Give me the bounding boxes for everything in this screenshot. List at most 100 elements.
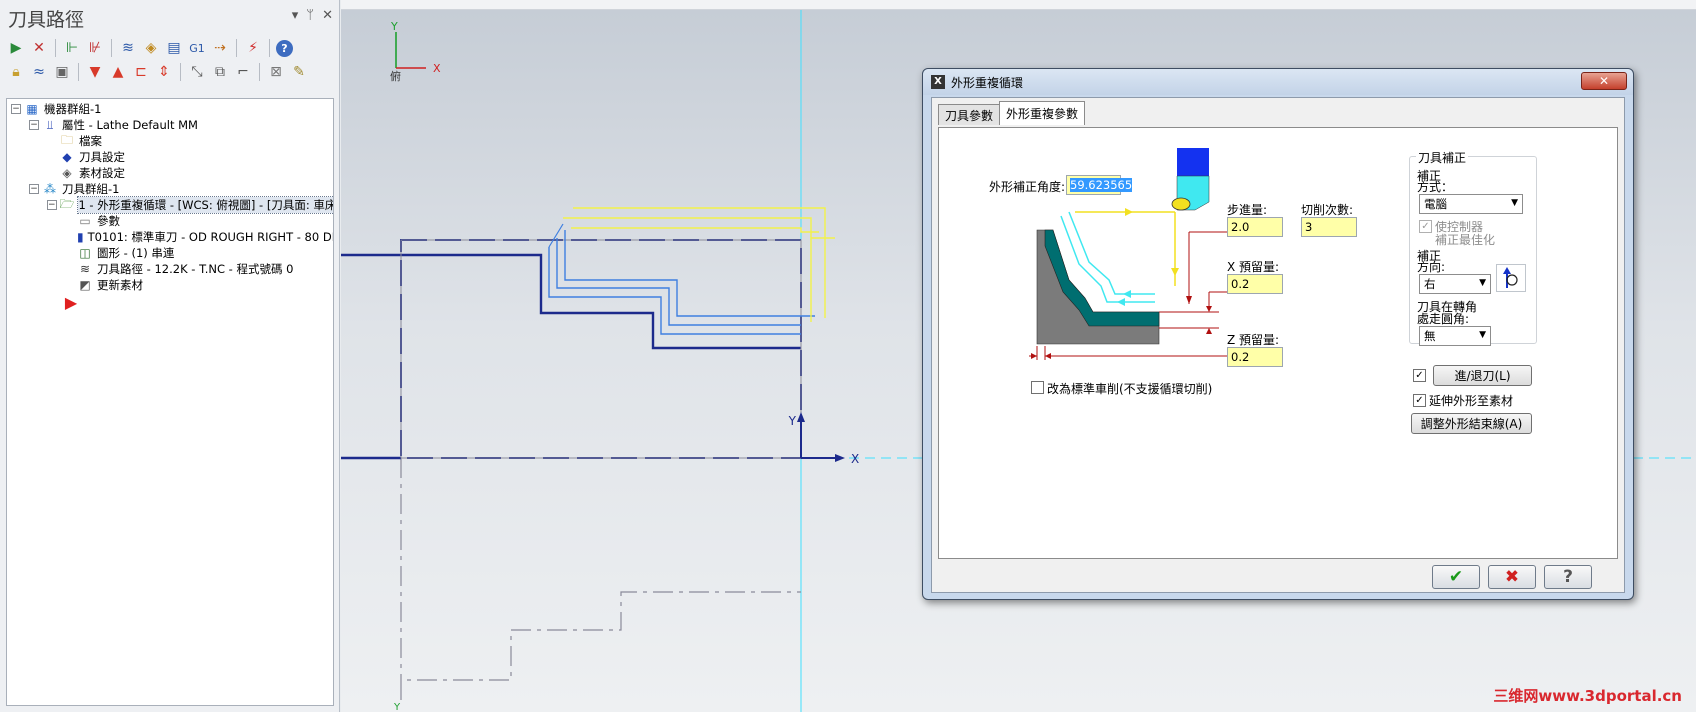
chevron-down-icon: ▼ (1479, 330, 1486, 340)
comp-dir-select[interactable]: 右 ▼ (1419, 274, 1491, 294)
panel-close-icon[interactable]: ✕ (322, 8, 333, 23)
passes-input[interactable]: 3 (1301, 217, 1357, 237)
tree-label: 圖形 - (1) 串連 (97, 246, 175, 260)
local-x-arrow (835, 454, 845, 462)
panel-dropdown-icon[interactable]: ▾ (292, 8, 299, 23)
toolpath-icon: ≋ (79, 262, 91, 276)
z-stock-input[interactable]: 0.2 (1227, 347, 1283, 367)
lead-inout-button[interactable]: 進/退刀(L) (1433, 365, 1532, 386)
dialog-close-button[interactable]: ✕ (1581, 72, 1627, 90)
rapid-arrow-1 (1125, 208, 1133, 216)
step-input-value: 2.0 (1231, 220, 1250, 234)
high-feed-icon[interactable]: ⚡ (243, 38, 263, 58)
collapse-icon[interactable]: − (11, 104, 21, 114)
extend-contour-checkbox[interactable]: ✓ (1413, 394, 1426, 407)
backplot-icon[interactable]: ≋ (118, 38, 138, 58)
insert-arrow-icon: ▶ (64, 292, 78, 312)
tree-item-toolpath-group[interactable]: − ⁂ 刀具群組-1 (7, 181, 333, 197)
tool-icon: ▮ (77, 230, 84, 244)
step-label: 步進量: (1227, 203, 1268, 217)
optimize-label-2: 補正最佳化 (1435, 233, 1496, 247)
stock-setup-icon: ◈ (62, 166, 72, 180)
standard-turn-checkbox[interactable] (1031, 381, 1044, 394)
dialog-title-bar[interactable]: X 外形重複循環 (923, 69, 1633, 95)
toolbar-separator (269, 39, 270, 57)
tree-label: 刀具路徑 - 12.2K - T.NC - 程式號碼 0 (97, 262, 294, 276)
tree-item-tool[interactable]: ▮ T0101: 標準車刀 - OD ROUGH RIGHT - 80 DEG (7, 229, 333, 245)
x-stock-input[interactable]: 0.2 (1227, 274, 1283, 294)
tab-canned-parameters[interactable]: 外形重複參數 (999, 101, 1086, 125)
tree-item-operation[interactable]: − 🗁︎ 1 - 外形重複循環 - [WCS: 俯視圖] - [刀具面: 車床 (7, 196, 333, 214)
lock-icon[interactable]: 🔒︎ (6, 62, 26, 82)
settings-icon[interactable]: ✎ (289, 62, 309, 82)
panel-pin-icon[interactable]: ᛘ (306, 8, 314, 23)
toolpath-lead-blue (548, 223, 564, 248)
tree-item-toolpath[interactable]: ≋ 刀具路徑 - 12.2K - T.NC - 程式號碼 0 (7, 261, 333, 277)
gnomon-x-label: X (433, 62, 441, 75)
help-button[interactable]: ? (1544, 565, 1592, 589)
deselect-icon[interactable]: ✕ (29, 38, 49, 58)
select-op-icon[interactable]: ⧉ (210, 62, 230, 82)
tree-item-update-stock[interactable]: ◩ 更新素材 (7, 277, 333, 293)
insert-arrow[interactable]: ▶ (7, 292, 333, 312)
toolbar-row-2: 🔒︎ ≈ ▣ ▼ ▲ ⊏ ⇕ ⤡ ⧉ ⌐ ⊠ ✎ (0, 60, 339, 84)
regen-icon[interactable]: ⊮ (85, 38, 105, 58)
tab-tool-parameters[interactable]: 刀具參數 (938, 104, 1001, 125)
tree-label: 素材設定 (79, 166, 125, 180)
gnomon-view-label: 俯 (390, 69, 401, 83)
mastercam-logo-icon: X (931, 75, 945, 89)
comp-dir-value: 右 (1424, 277, 1436, 291)
tree-item-parameters[interactable]: ▭ 參數 (7, 213, 333, 229)
select-dirty-icon[interactable]: ⊩ (62, 38, 82, 58)
toolpath-group-icon: ⁂ (44, 182, 56, 196)
verify-icon[interactable]: ◈ (141, 38, 161, 58)
only-display-icon[interactable]: ⊠ (266, 62, 286, 82)
toggle-display-icon[interactable]: ≈ (29, 62, 49, 82)
move-up-icon[interactable]: ▲ (108, 62, 128, 82)
roll-select[interactable]: 無 ▼ (1419, 326, 1491, 346)
lead-inout-checkbox[interactable]: ✓ (1413, 369, 1426, 382)
canned-rough-dialog: X 外形重複循環 ✕ 刀具參數 外形重複參數 外形補正角度: 59.623565 (922, 68, 1634, 600)
standard-turn-label: 改為標準車削(不支援循環切削) (1047, 382, 1213, 396)
adjust-contour-button[interactable]: 調整外形結束線(A) (1411, 413, 1532, 434)
collapse-icon[interactable]: − (29, 184, 39, 194)
tree-label: 參數 (97, 214, 120, 228)
passes-label: 切削次數: (1301, 203, 1354, 217)
tree-item-geometry[interactable]: ◫ 圖形 - (1) 串連 (7, 245, 333, 261)
toggle-post-icon[interactable]: ▣ (52, 62, 72, 82)
expand-icon[interactable]: ⇕ (154, 62, 174, 82)
insert-pointer-icon[interactable]: ⊏ (131, 62, 151, 82)
move-down-icon[interactable]: ▼ (85, 62, 105, 82)
toolbar-row-1: ▶ ✕ ⊩ ⊮ ≋ ◈ ▤ G1 ⇢ ⚡ ? (0, 36, 339, 60)
help-icon[interactable]: ? (276, 39, 293, 57)
gnomon-y-label: Y (390, 20, 398, 33)
collapse-icon[interactable]: − (47, 200, 57, 210)
optimize-checkbox[interactable]: ✓ (1419, 220, 1432, 233)
tree-item-machine-group[interactable]: − ▦ 機器群組-1 (7, 101, 333, 117)
simulate-icon[interactable]: ▤ (164, 38, 184, 58)
scroll-icon[interactable]: ⌐ (233, 62, 253, 82)
select-all-icon[interactable]: ▶ (6, 38, 26, 58)
collapse-icon[interactable]: − (29, 120, 39, 130)
tree-item-files[interactable]: 🗀︎ 檔案 (7, 133, 333, 149)
rapid-arrow-2 (1171, 268, 1179, 276)
toolbar-separator (259, 63, 260, 81)
select-tool-icon[interactable]: ⤡ (187, 62, 207, 82)
tree-item-tool-settings[interactable]: ◆ 刀具設定 (7, 149, 333, 165)
x-stock-input-value: 0.2 (1231, 277, 1250, 291)
operations-tree[interactable]: − ▦ 機器群組-1 − ⫫ 屬性 - Lathe Default MM 🗀︎ … (6, 98, 334, 706)
x-stock-label: X 預留量: (1227, 260, 1280, 274)
comp-type-select[interactable]: 電腦 ▼ (1419, 194, 1523, 214)
tree-item-stock-setup[interactable]: ◈ 素材設定 (7, 165, 333, 181)
tree-label: T0101: 標準車刀 - OD ROUGH RIGHT - 80 DEG (87, 230, 334, 244)
toolpath-rapid-yellow-2 (563, 217, 812, 322)
tree-item-properties[interactable]: − ⫫ 屬性 - Lathe Default MM (7, 117, 333, 133)
cancel-button[interactable]: ✖ (1488, 565, 1536, 589)
g1-icon[interactable]: G1 (187, 38, 207, 58)
step-input[interactable]: 2.0 (1227, 217, 1283, 237)
ok-button[interactable]: ✔ (1432, 565, 1480, 589)
chevron-down-icon: ▼ (1511, 198, 1518, 208)
panel-title-bar: 刀具路徑 ▾ ᛘ ✕ (0, 0, 339, 36)
pass-line-2 (1068, 211, 1155, 295)
post-icon[interactable]: ⇢ (210, 38, 230, 58)
